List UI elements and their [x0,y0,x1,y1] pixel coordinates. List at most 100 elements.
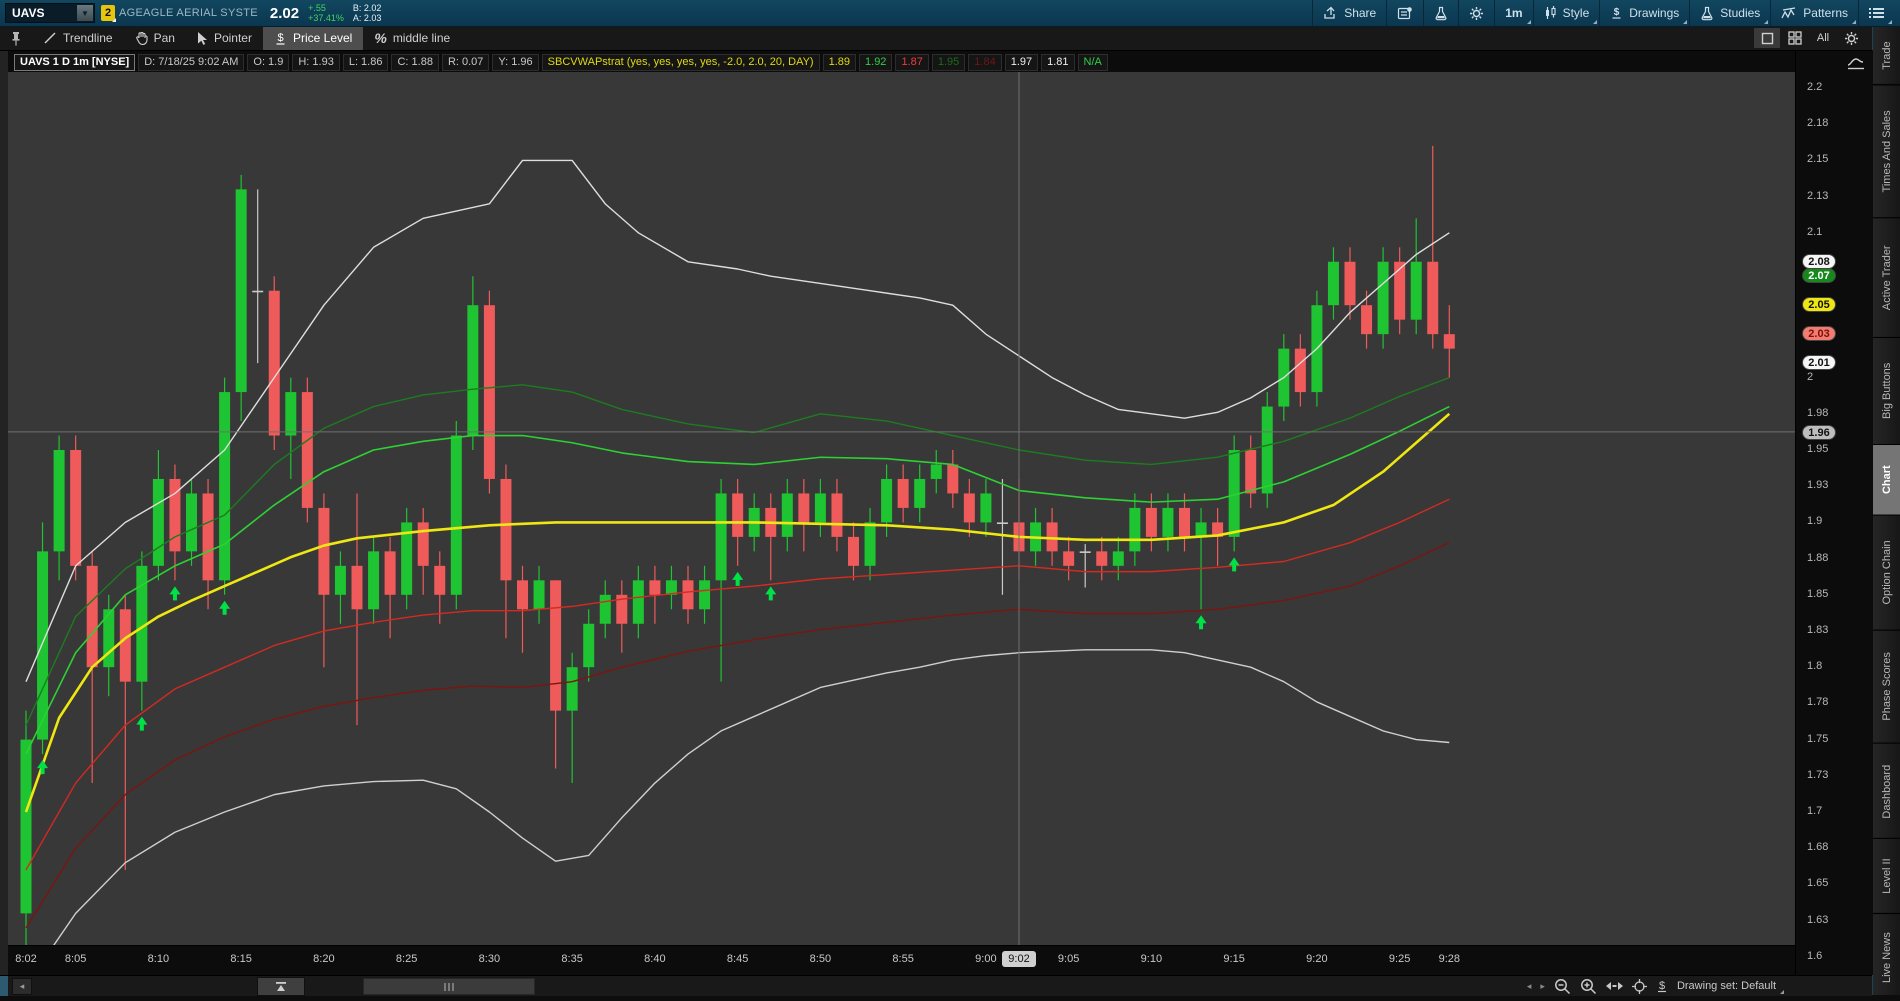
price-tick: 1.83 [1807,624,1828,636]
zoom-in-icon[interactable] [1580,978,1597,995]
price-tick: 1.8 [1807,660,1822,672]
candlestick-plot[interactable] [0,72,1795,945]
zoom-out-icon[interactable] [1554,978,1571,995]
drawings-menu[interactable]: $ Drawings [1600,0,1689,26]
studies-menu[interactable]: Studies [1690,0,1770,26]
price-tick: 1.9 [1807,515,1822,527]
price-tick: 1.95 [1807,443,1828,455]
jump-to-end-icon [275,981,287,992]
sidebar-tab-active-trader[interactable]: Active Trader [1873,217,1900,337]
readout-segment: L: 1.86 [343,54,389,71]
sidebar-tab-chart[interactable]: Chart [1873,444,1900,515]
sidebar-tab-trade[interactable]: Trade [1873,26,1900,84]
readout-segment: UAVS 1 D 1m [NYSE] [14,54,135,71]
left-edge-strip [0,26,8,995]
toolbar-settings-button[interactable] [1838,28,1864,48]
dollar-underline-icon: $ [274,31,287,46]
readout-segment: 1.95 [932,54,965,71]
symbol-input[interactable]: UAVS ▼ [5,3,95,23]
price-tick: 1.93 [1807,479,1828,491]
price-tick: 1.6 [1807,950,1822,962]
price-marker-icon[interactable]: $ [1656,979,1668,994]
sidebar-tab-dashboard[interactable]: Dashboard [1873,743,1900,839]
news-calendar-button[interactable]: 9 [1387,0,1423,26]
nudge-left-button[interactable]: ◂ [1527,981,1532,992]
change-value: +.55 [308,3,344,13]
readout-segment: C: 1.88 [391,54,438,71]
pan-tool[interactable]: Pan [124,26,186,50]
chart-settings-button[interactable] [1459,0,1494,26]
sidebar-tab-option-chain[interactable]: Option Chain [1873,515,1900,630]
time-label: 8:20 [304,953,344,965]
corner-accent [0,976,8,996]
price-bubble: 2.07 [1802,268,1836,283]
company-name: AGEAGLE AERIAL SYSTE [119,7,258,19]
readout-segment: SBCVWAPstrat (yes, yes, yes, yes, -2.0, … [542,54,820,71]
sidebar-tab-big-buttons[interactable]: Big Buttons [1873,337,1900,444]
middle-line-tool[interactable]: % middle line [363,26,461,50]
patterns-menu[interactable]: Patterns [1771,0,1858,26]
scroll-left-button[interactable]: ◂ [12,978,32,995]
chart-area[interactable]: UAVS 1 D 1m [NYSE]D: 7/18/25 9:02 AMO: 1… [0,50,1795,975]
time-label: 8:10 [138,953,178,965]
window-menu[interactable] [1859,0,1894,26]
readout-segment: N/A [1078,54,1108,71]
sidebar-tab-level-ii[interactable]: Level II [1873,838,1900,913]
time-label: 8:02 [6,953,46,965]
readout-segment: D: 7/18/25 9:02 AM [138,54,244,71]
menu-icon [1869,7,1884,19]
svg-text:$: $ [277,32,283,44]
axis-scale-icon[interactable] [1847,56,1865,70]
pin-toolbar-button[interactable] [0,26,32,50]
price-bubble: 2.08 [1802,254,1836,269]
svg-text:$: $ [1614,7,1620,18]
maximize-chart-button[interactable] [1754,28,1780,48]
price-tick: 2.13 [1807,190,1828,202]
price-tick: 2.2 [1807,81,1822,93]
price-tick: 1.88 [1807,552,1828,564]
style-menu[interactable]: Style [1534,0,1600,26]
time-label: 8:05 [56,953,96,965]
readout-segment: 1.87 [895,54,928,71]
share-button[interactable]: Share [1313,0,1386,26]
quote-level-badge[interactable]: 2 [101,5,115,21]
pattern-zigzag-icon [1781,7,1797,20]
price-bubble: 2.03 [1802,326,1836,341]
price-tick: 1.78 [1807,696,1828,708]
time-label: 9:25 [1380,953,1420,965]
change-percent: +37.41% [308,13,344,23]
crosshair-target-icon[interactable] [1632,979,1647,994]
readout-segment: 1.84 [968,54,1001,71]
jump-to-latest-button[interactable] [257,977,305,996]
price-axis[interactable]: 2.22.182.152.132.121.981.951.931.91.881.… [1795,50,1873,975]
bid-value: B: 2.02 [353,3,382,13]
ask-value: A: 2.03 [353,13,382,23]
svg-text:$: $ [1659,980,1665,992]
readout-segment: 1.97 [1005,54,1038,71]
sidebar-tab-live-news[interactable]: Live News [1873,913,1900,1001]
sidebar-tab-times-and-sales[interactable]: Times And Sales [1873,84,1900,217]
nudge-right-button[interactable]: ▸ [1540,981,1545,992]
all-charts-button[interactable]: All [1810,28,1836,48]
time-label: 9:20 [1297,953,1337,965]
drawing-set-selector[interactable]: Drawing set: Default [1677,980,1784,992]
readout-segment: 1.81 [1041,54,1074,71]
trendline-tool[interactable]: Trendline [32,26,124,50]
pointer-tool[interactable]: Pointer [186,26,263,50]
scrollbar-thumb[interactable] [363,978,535,995]
sidebar-tab-phase-scores[interactable]: Phase Scores [1873,630,1900,743]
interval-selector[interactable]: 1m [1495,0,1532,26]
hand-icon [135,31,148,45]
horizontal-expand-icon[interactable] [1606,980,1623,992]
readout-segment: 1.92 [859,54,892,71]
time-label: 9:00 [966,953,1006,965]
price-tick: 1.73 [1807,769,1828,781]
symbol-dropdown-caret[interactable]: ▼ [77,5,93,21]
price-bubble: 2.05 [1802,297,1836,312]
grid-layout-button[interactable] [1782,28,1808,48]
time-label: 8:25 [387,953,427,965]
quick-study-button[interactable] [1424,0,1458,26]
price-level-tool[interactable]: $ Price Level [263,26,363,50]
dollar-underline-icon: $ [1610,6,1623,20]
flask-icon [1434,6,1448,21]
